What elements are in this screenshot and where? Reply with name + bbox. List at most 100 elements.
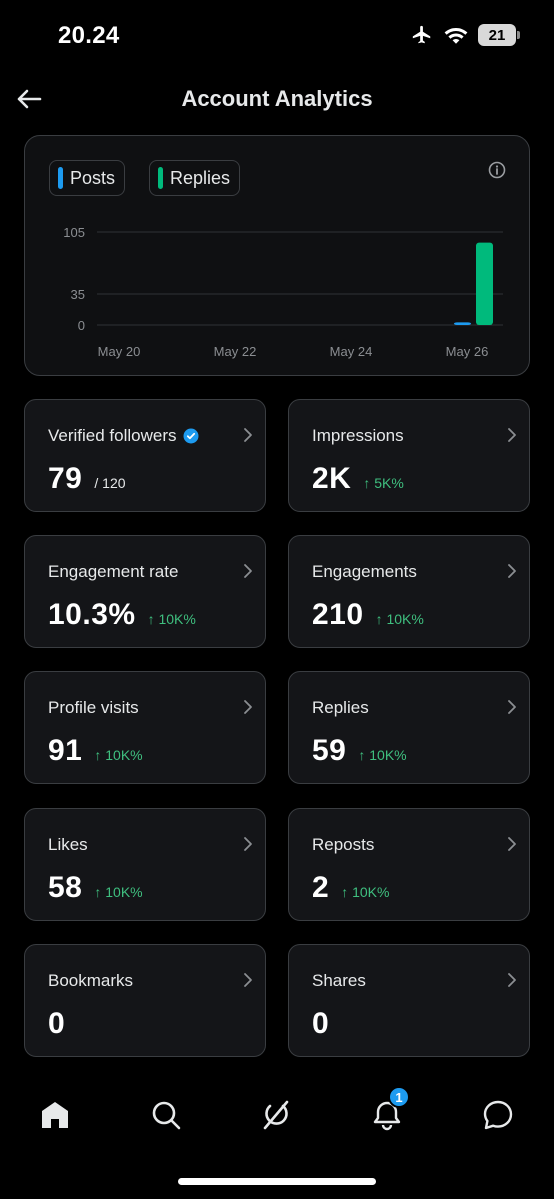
x-tick-label: May 24 [330, 344, 373, 359]
legend-posts-swatch [58, 167, 63, 189]
stat-value-row: 2K ↑ 5K% [312, 462, 404, 496]
y-tick-label: 0 [78, 318, 85, 333]
chevron-right-icon [508, 564, 516, 578]
stat-label-text: Bookmarks [48, 971, 134, 990]
stat-value: 79 [48, 462, 83, 495]
stat-label-text: Verified followers [48, 426, 177, 445]
chevron-right-icon [244, 700, 252, 714]
home-indicator [178, 1178, 376, 1185]
stat-card-engagements[interactable]: Engagements 210 ↑ 10K% [288, 535, 530, 648]
status-bar: 20.24 21 [0, 0, 554, 70]
stat-change: ↑ 10K% [341, 884, 390, 900]
stat-value-row: 59 ↑ 10K% [312, 734, 407, 768]
stat-card-reposts[interactable]: Reposts 2 ↑ 10K% [288, 808, 530, 921]
legend-replies-swatch [158, 167, 164, 189]
stat-label-text: Shares [312, 971, 366, 990]
stat-value-row: 0 [312, 1007, 329, 1041]
y-tick-label: 35 [71, 287, 85, 302]
stat-label-text: Profile visits [48, 698, 139, 717]
search-icon[interactable] [149, 1098, 183, 1132]
x-tick-label: May 20 [98, 344, 141, 359]
notifications-tab[interactable]: 1 [370, 1086, 410, 1132]
chevron-right-icon [508, 700, 516, 714]
airplane-icon [412, 25, 431, 44]
chart-legend: Posts Replies [49, 160, 241, 196]
stat-change: ↑ 10K% [358, 747, 407, 763]
stat-value: 2K [312, 462, 352, 495]
bottom-nav: 1 [0, 1086, 554, 1142]
bar-posts [454, 322, 471, 325]
stat-value-row: 58 ↑ 10K% [48, 871, 143, 905]
stat-change: ↑ 10K% [94, 747, 143, 763]
stat-label-text: Reposts [312, 835, 375, 854]
stat-value: 210 [312, 598, 364, 631]
stat-label-text: Replies [312, 698, 369, 717]
stat-label: Shares [312, 971, 366, 991]
stat-change: ↑ 10K% [147, 611, 196, 627]
x-tick-label: May 22 [214, 344, 257, 359]
grok-icon[interactable] [259, 1098, 293, 1132]
stat-value: 58 [48, 871, 83, 904]
page-title: Account Analytics [181, 86, 373, 111]
stat-value-row: 10.3% ↑ 10K% [48, 598, 196, 632]
chevron-right-icon [244, 564, 252, 578]
legend-posts-label: Posts [70, 167, 116, 188]
status-time: 20.24 [58, 22, 120, 49]
battery-indicator: 21 [478, 24, 520, 46]
stat-change: ↑ 5K% [363, 475, 404, 491]
stat-card-likes[interactable]: Likes 58 ↑ 10K% [24, 808, 266, 921]
messages-icon[interactable] [481, 1098, 515, 1132]
stat-card-replies[interactable]: Replies 59 ↑ 10K% [288, 671, 530, 784]
legend-replies[interactable]: Replies [149, 160, 241, 196]
legend-posts[interactable]: Posts [49, 160, 126, 196]
stat-card-impressions[interactable]: Impressions 2K ↑ 5K% [288, 399, 530, 512]
stat-label: Impressions [312, 426, 404, 446]
stat-value-row: 2 ↑ 10K% [312, 871, 389, 905]
info-icon[interactable] [487, 160, 507, 180]
stat-value-row: 91 ↑ 10K% [48, 734, 143, 768]
stat-label-text: Impressions [312, 426, 404, 445]
stat-label: Profile visits [48, 698, 139, 718]
stat-change: ↑ 10K% [375, 611, 424, 627]
chevron-right-icon [508, 428, 516, 442]
stat-label: Likes [48, 835, 88, 855]
stat-value: 10.3% [48, 598, 136, 631]
chevron-right-icon [508, 973, 516, 987]
stat-value: 0 [48, 1007, 66, 1040]
chevron-right-icon [244, 973, 252, 987]
page-header: Account Analytics [0, 78, 554, 122]
stat-label-text: Likes [48, 835, 88, 854]
stat-change: ↑ 10K% [94, 884, 143, 900]
status-icons: 21 [410, 24, 520, 46]
stat-value-row: 79 / 120 [48, 462, 126, 496]
stat-card-profile-visits[interactable]: Profile visits 91 ↑ 10K% [24, 671, 266, 784]
stat-label: Reposts [312, 835, 374, 855]
home-icon[interactable] [38, 1098, 72, 1132]
stat-card-engagement-rate[interactable]: Engagement rate 10.3% ↑ 10K% [24, 535, 266, 648]
stat-label-text: Engagement rate [48, 562, 179, 581]
stat-card-shares[interactable]: Shares 0 [288, 944, 530, 1057]
bar-replies [476, 242, 493, 325]
stat-value-row: 0 [48, 1007, 65, 1041]
chevron-right-icon [244, 428, 252, 442]
stat-value: 59 [312, 734, 347, 767]
chevron-right-icon [244, 837, 252, 851]
stat-card-bookmarks[interactable]: Bookmarks 0 [24, 944, 266, 1057]
stat-value: 91 [48, 734, 83, 767]
stat-value: 0 [312, 1007, 330, 1040]
chevron-right-icon [508, 837, 516, 851]
stat-value-row: 210 ↑ 10K% [312, 598, 424, 632]
notifications-badge: 1 [388, 1086, 410, 1108]
y-tick-label: 105 [63, 225, 85, 240]
wifi-icon [444, 28, 468, 44]
stat-value: 2 [312, 871, 330, 904]
analytics-chart-card: 0 35 105 May 20 May 22 May 24 May 26 Posts Rep… [24, 135, 530, 376]
stat-label: Engagements [312, 562, 417, 582]
stat-label: Replies [312, 698, 369, 718]
x-tick-label: May 26 [446, 344, 489, 359]
stat-total: / 120 [94, 475, 126, 491]
legend-replies-label: Replies [170, 167, 231, 188]
stat-card-verified-followers[interactable]: Verified followers 79 / 120 [24, 399, 266, 512]
stat-label: Engagement rate [48, 562, 178, 582]
stat-label-text: Engagements [312, 562, 417, 581]
